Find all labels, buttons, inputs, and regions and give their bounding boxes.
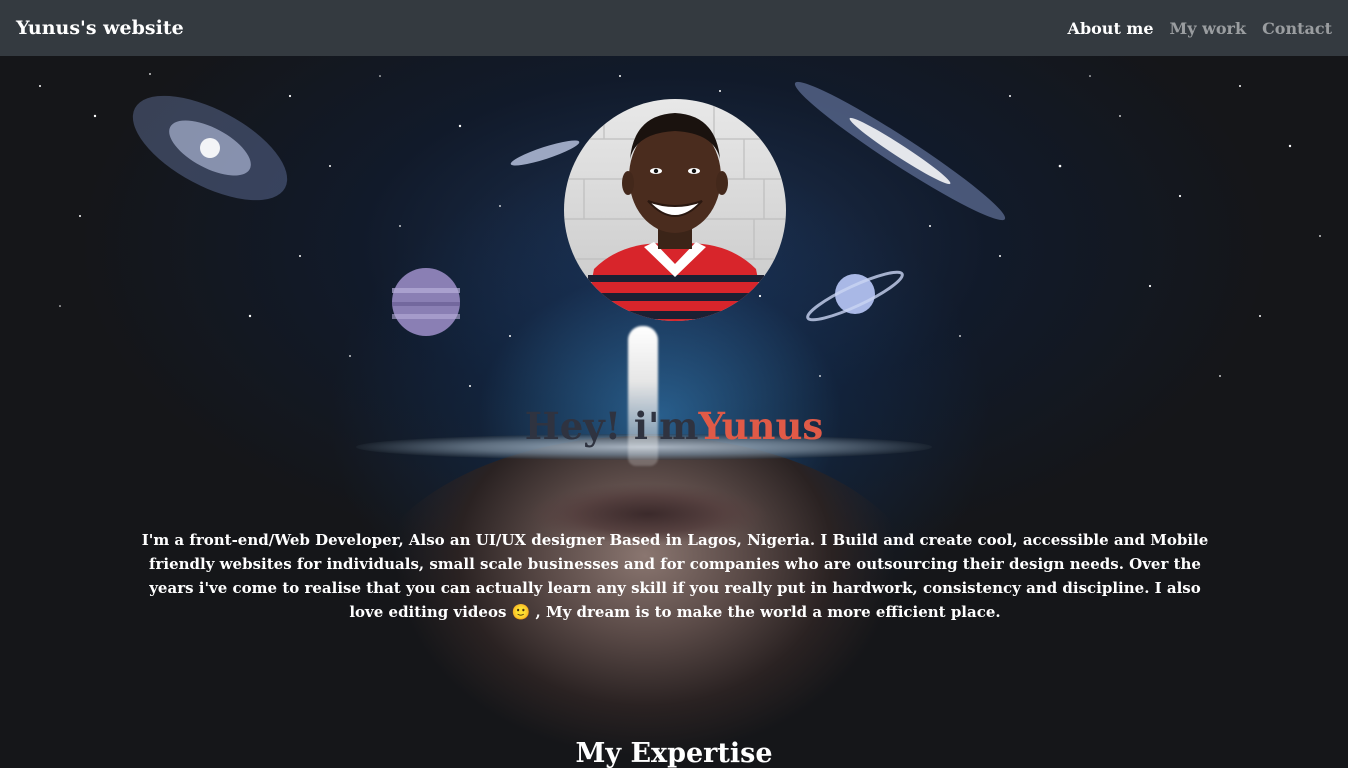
hero-name: Yunus — [698, 404, 824, 448]
nav-links: About me My work Contact — [1068, 19, 1332, 38]
striped-planet-icon — [392, 268, 460, 336]
nav-about-me[interactable]: About me — [1068, 19, 1154, 38]
hero-greeting: Hey! i'm — [524, 404, 699, 448]
expertise-heading: My Expertise — [575, 738, 773, 768]
navbar: Yunus's website About me My work Contact — [0, 0, 1348, 56]
small-galaxy-icon — [510, 140, 580, 166]
hero-bio: I'm a front-end/Web Developer, Also an U… — [141, 531, 1209, 621]
spiral-galaxy-icon — [132, 95, 288, 201]
profile-photo-icon — [564, 99, 786, 321]
ringed-planet-icon — [806, 270, 904, 322]
nav-contact[interactable]: Contact — [1262, 19, 1332, 38]
nav-my-work[interactable]: My work — [1170, 19, 1247, 38]
brand-link[interactable]: Yunus's website — [16, 17, 184, 39]
edge-galaxy-icon — [794, 81, 1006, 221]
profile-avatar — [564, 99, 786, 321]
hero-heading: Hey! i'mYunus — [0, 404, 1348, 448]
